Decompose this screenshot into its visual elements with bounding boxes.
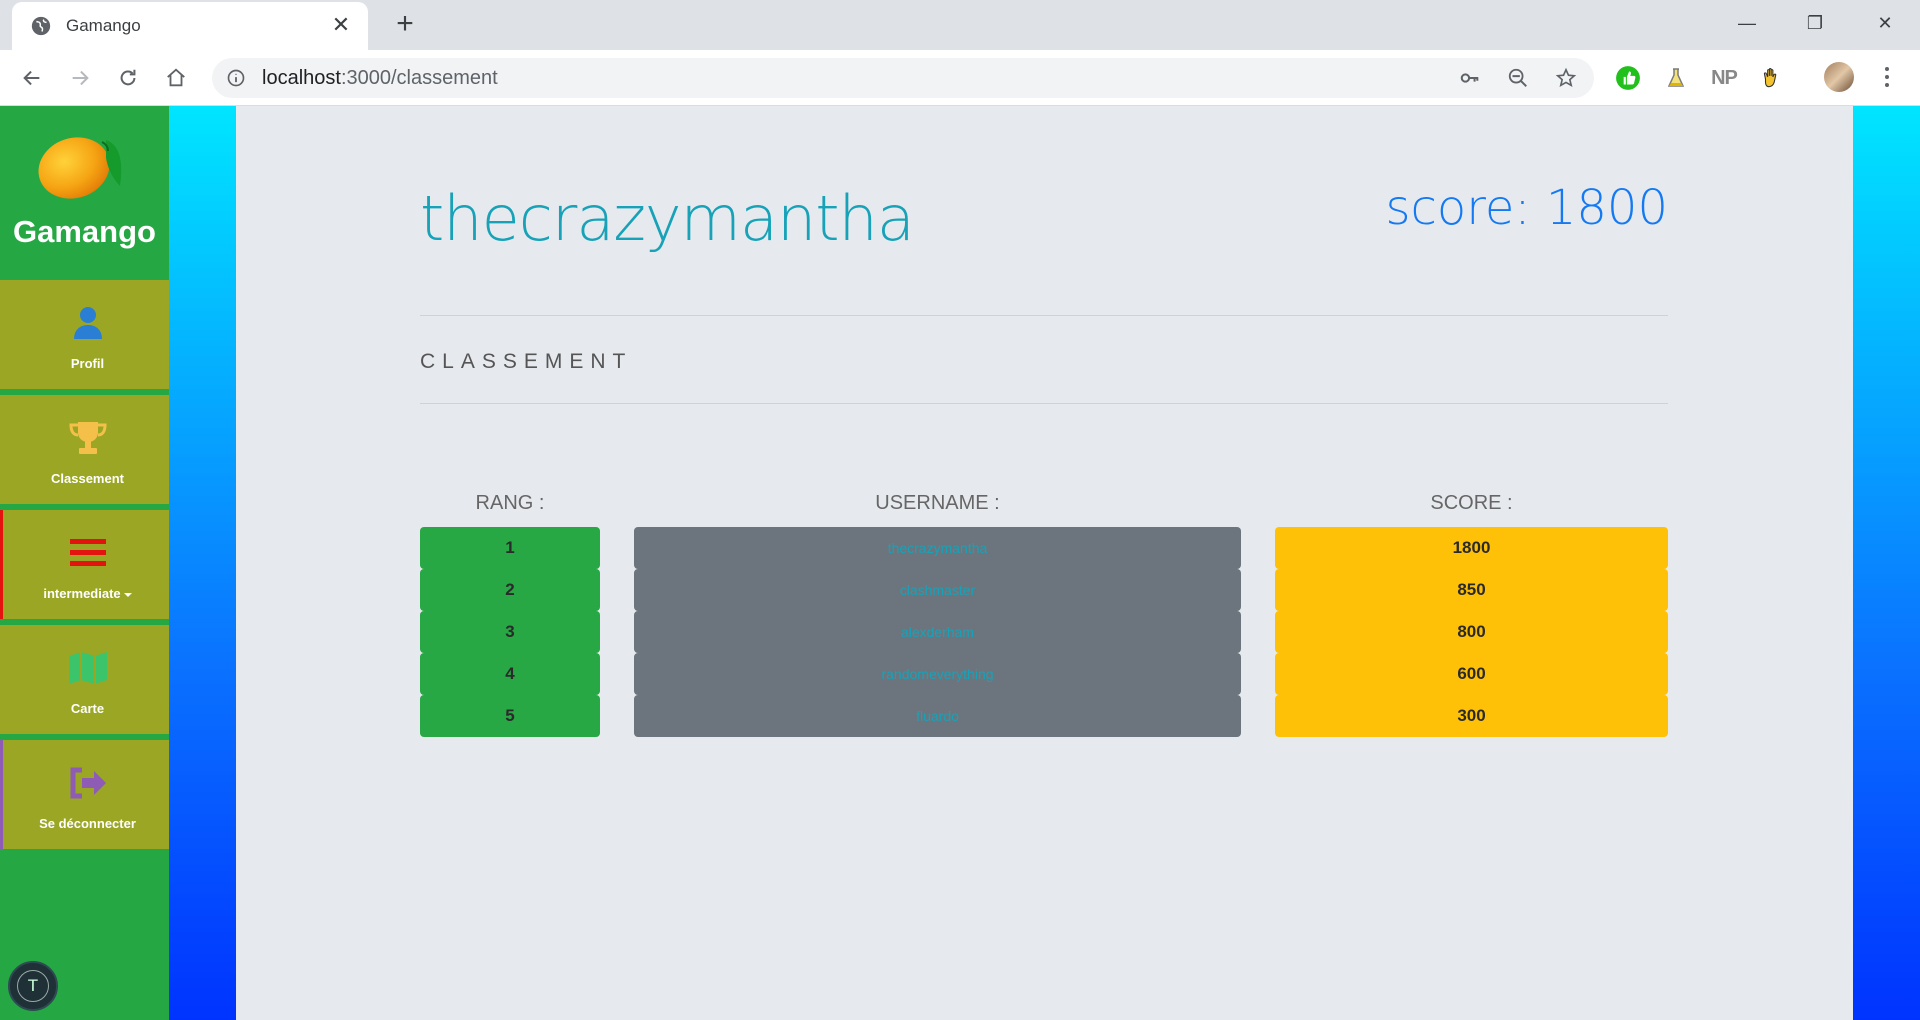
sidebar-item-label: Classement (51, 471, 124, 486)
browser-tab-bar: Gamango ✕ + — ❐ ✕ (0, 0, 1920, 50)
browser-toolbar: localhost:3000/classement NP (0, 50, 1920, 106)
score-cell: 800 (1275, 611, 1668, 653)
divider (420, 315, 1668, 316)
main-content: thecrazymantha score: 1800 CLASSEMENT RA… (236, 106, 1853, 1020)
username-cell: fluardo (634, 695, 1241, 737)
globe-icon (31, 16, 51, 36)
bars-icon (69, 539, 106, 566)
address-bar[interactable]: localhost:3000/classement (212, 58, 1594, 98)
caret-down-icon (123, 592, 132, 597)
close-tab-icon[interactable]: ✕ (328, 12, 354, 38)
tab-title: Gamango (66, 16, 141, 35)
sign-out-icon (70, 767, 106, 799)
star-icon[interactable] (1554, 66, 1578, 90)
browser-menu-icon[interactable] (1872, 62, 1902, 92)
user-score: score: 1800 (1385, 180, 1668, 236)
score-cell: 850 (1275, 569, 1668, 611)
score-cell: 600 (1275, 653, 1668, 695)
profile-avatar[interactable] (1824, 62, 1854, 92)
score-cell: 300 (1275, 695, 1668, 737)
sidebar-item-se-deconnecter[interactable]: Se déconnecter (0, 740, 169, 849)
sidebar-item-profil[interactable]: Profil (0, 280, 169, 389)
sidebar-item-label: Profil (70, 356, 105, 371)
url-text: localhost:3000/classement (262, 67, 498, 90)
restore-icon[interactable]: ❐ (1792, 6, 1838, 40)
reload-icon (120, 69, 136, 86)
column-header-score: SCORE : (1430, 492, 1513, 514)
arrow-left-icon (23, 70, 40, 86)
rank-cell: 2 (420, 569, 600, 611)
brand-name: Gamango (13, 214, 156, 249)
browser-tab[interactable]: Gamango ✕ (12, 2, 368, 50)
minimize-icon[interactable]: — (1724, 6, 1770, 40)
back-button[interactable] (14, 60, 50, 96)
key-icon[interactable] (1458, 66, 1482, 90)
rank-cell: 3 (420, 611, 600, 653)
score-cell: 1800 (1275, 527, 1668, 569)
username-cell: thecrazymantha (634, 527, 1241, 569)
sidebar-item-label: Carte (70, 701, 105, 716)
column-header-username: USERNAME : (875, 492, 1000, 514)
sidebar-item-label: intermediate (3, 586, 172, 601)
page-viewport: Gamango Profil Classement intermediate C (0, 106, 1920, 1020)
user-icon (73, 307, 102, 339)
flask-extension-icon[interactable] (1662, 64, 1690, 92)
new-tab-button[interactable]: + (388, 8, 422, 42)
arrow-right-icon (72, 70, 89, 86)
hand-extension-icon[interactable] (1758, 64, 1786, 92)
page-title: thecrazymantha (420, 182, 915, 255)
thumbs-up-extension-icon[interactable] (1614, 64, 1642, 92)
column-header-rank: RANG : (475, 492, 545, 514)
reload-button[interactable] (110, 60, 146, 96)
home-button[interactable] (158, 60, 194, 96)
rank-cell: 1 (420, 527, 600, 569)
divider (420, 403, 1668, 404)
np-extension-icon[interactable]: NP (1710, 64, 1738, 92)
assistant-chip-button[interactable]: T (8, 961, 58, 1011)
username-cell: randomeverything (634, 653, 1241, 695)
sidebar-item-carte[interactable]: Carte (0, 625, 169, 734)
sidebar-item-label: Se déconnecter (39, 816, 136, 831)
sidebar: Gamango Profil Classement intermediate C (0, 106, 169, 1020)
forward-button[interactable] (62, 60, 98, 96)
username-cell: clashmaster (634, 569, 1241, 611)
home-icon (167, 68, 185, 87)
info-icon[interactable] (226, 68, 246, 88)
section-title: CLASSEMENT (420, 350, 633, 373)
brand[interactable]: Gamango (0, 106, 169, 280)
window-close-icon[interactable]: ✕ (1862, 6, 1908, 40)
url-path: :3000/classement (340, 67, 498, 89)
chip-letter: T (17, 970, 49, 1002)
username-cell: alexderham (634, 611, 1241, 653)
rank-cell: 5 (420, 695, 600, 737)
sidebar-item-intermediate[interactable]: intermediate (0, 510, 169, 619)
zoom-out-icon[interactable] (1506, 66, 1530, 90)
url-host: localhost (262, 67, 341, 89)
sidebar-item-classement[interactable]: Classement (0, 395, 169, 504)
trophy-icon (68, 422, 107, 454)
level-label: intermediate (43, 586, 121, 601)
mango-logo-icon (38, 137, 122, 199)
rank-cell: 4 (420, 653, 600, 695)
map-icon (68, 652, 107, 684)
